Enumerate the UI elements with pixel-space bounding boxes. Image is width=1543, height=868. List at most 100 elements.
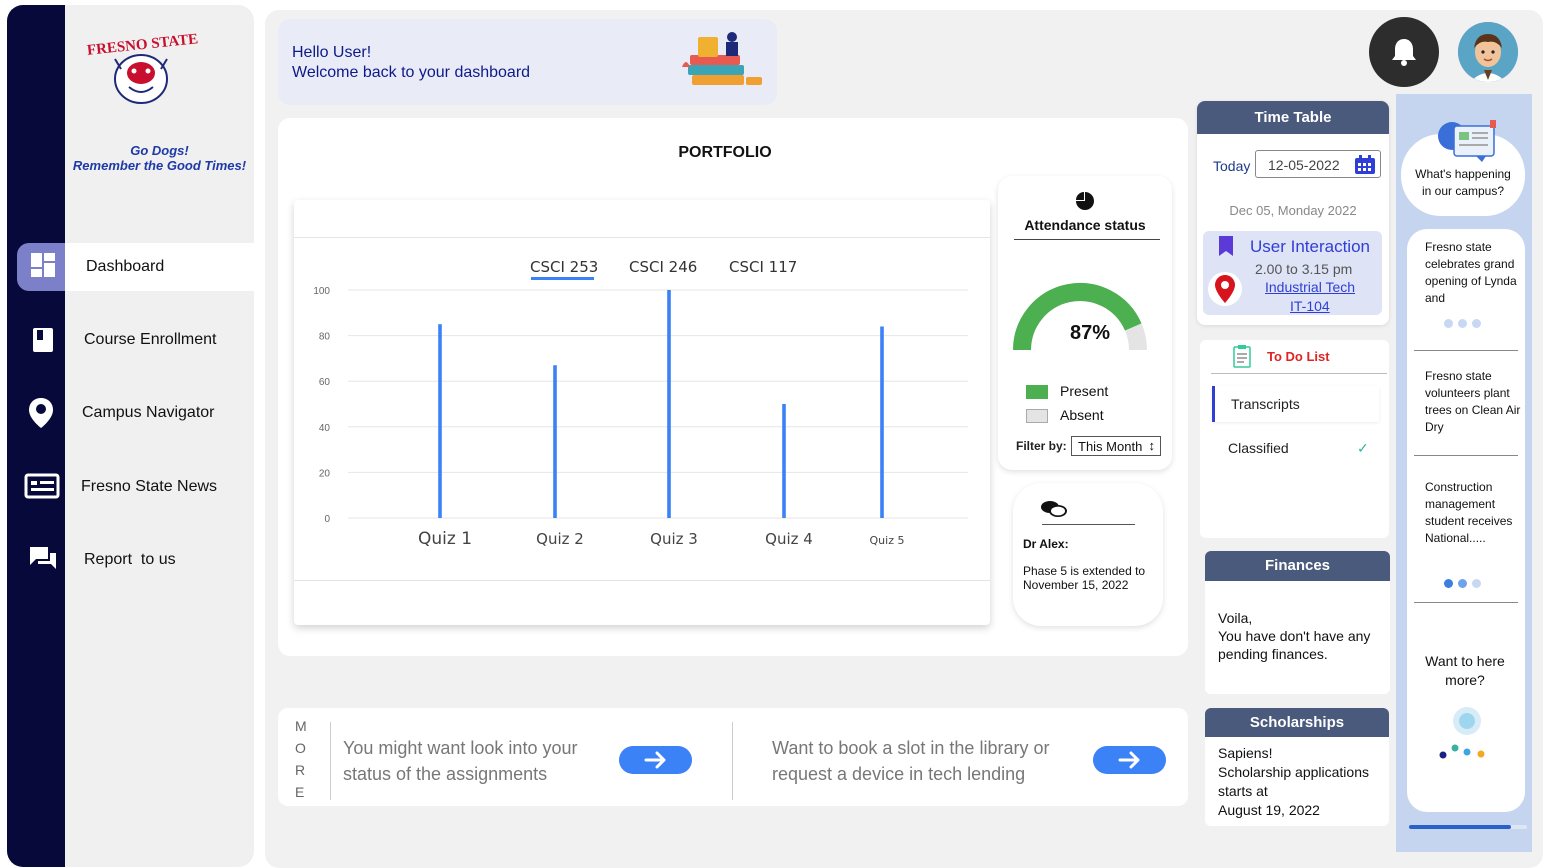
campus-bubble-text: What's happening in our campus?	[1415, 167, 1511, 198]
scholarships-line-3: August 19, 2022	[1218, 802, 1320, 818]
more-item-library: Want to book a slot in the library or re…	[772, 738, 1050, 784]
date-long: Dec 05, Monday 2022	[1229, 203, 1357, 218]
y-tick-label: 0	[324, 514, 330, 525]
filter-value: This Month	[1078, 439, 1143, 454]
present-legend-swatch	[1026, 385, 1048, 399]
want-more-prompt[interactable]: Want to here more?	[1425, 652, 1505, 690]
y-tick-label: 60	[319, 377, 331, 388]
more-letter: E	[295, 784, 305, 800]
bell-icon	[1392, 39, 1416, 66]
scholarships-text: Sapiens! Scholarship applications starts…	[1218, 744, 1378, 820]
chat-bubbles-icon	[1040, 499, 1068, 524]
event-card[interactable]: User Interaction 2.00 to 3.15 pm Industr…	[1203, 231, 1382, 315]
tagline-line-1: Go Dogs!	[130, 143, 189, 158]
more-letter: M	[295, 718, 307, 734]
tab-csci-117[interactable]: CSCI 117	[729, 258, 797, 276]
filter-select[interactable]: This Month ↕	[1071, 436, 1161, 456]
finances-text: Voila, You have don't have any pending f…	[1218, 609, 1386, 663]
event-room-link[interactable]: IT-104	[1290, 298, 1330, 314]
assignments-arrow-button[interactable]	[619, 746, 692, 774]
bar-quiz-1[interactable]	[438, 324, 442, 518]
portfolio-title: PORTFOLIO	[678, 144, 772, 161]
present-legend-label: Present	[1060, 383, 1109, 399]
chat-icon[interactable]	[28, 545, 58, 578]
x-tick-label: Quiz 3	[650, 530, 698, 548]
todo-item-transcripts[interactable]: Transcripts	[1212, 386, 1379, 422]
dashboard-icon[interactable]	[29, 251, 57, 284]
divider	[1211, 373, 1387, 374]
filter-label: Filter by:	[1016, 439, 1067, 453]
sidebar-item-dashboard[interactable]: Dashboard	[65, 243, 254, 291]
news-item[interactable]: Fresno state celebrates grand opening of…	[1425, 239, 1525, 307]
x-tick-label: Quiz 5	[870, 534, 905, 547]
welcome-subtitle: Welcome back to your dashboard	[292, 64, 531, 81]
bar-quiz-4[interactable]	[782, 404, 786, 518]
bar-quiz-2[interactable]	[553, 365, 557, 518]
tab-csci-253[interactable]: CSCI 253	[530, 258, 598, 276]
sidebar-item-campus-navigator[interactable]: Campus Navigator	[65, 389, 254, 437]
quiz-bar-chart: 0 20 40 60 80 100 Quiz 1 Quiz 2 Quiz 3 Quiz 4 Quiz…	[313, 286, 968, 549]
absent-legend-label: Absent	[1060, 407, 1104, 423]
dot	[1472, 579, 1481, 588]
date-field[interactable]: 12-05-2022	[1255, 150, 1381, 178]
scholarships-title: Scholarships	[1205, 708, 1389, 737]
event-location-link[interactable]: Industrial Tech	[1265, 279, 1355, 295]
y-tick-label: 100	[313, 286, 330, 297]
finances-line-2: You have don't have any pending finances…	[1218, 628, 1371, 662]
event-title: User Interaction	[1250, 237, 1370, 256]
news-scrollbar-thumb[interactable]	[1409, 825, 1511, 829]
message-text: Phase 5 is extended to November 15, 2022	[1023, 564, 1146, 592]
sidebar-item-label: Campus Navigator	[82, 404, 215, 421]
sidebar-item-label: Report to us	[84, 551, 176, 568]
news-scrollbar[interactable]	[1409, 825, 1527, 829]
welcome-banner: Hello User! Welcome back to your dashboa…	[278, 19, 777, 105]
book-icon[interactable]	[31, 326, 55, 359]
sidebar-item-fresno-state-news[interactable]: Fresno State News	[65, 463, 254, 511]
sidebar-item-report[interactable]: Report to us	[65, 536, 254, 584]
dot	[1458, 319, 1467, 328]
timetable-title: Time Table	[1197, 101, 1389, 134]
sidebar: FRESNO STATE Go Dogs! Remember the Good …	[7, 5, 254, 867]
sidebar-item-label: Course Enrollment	[84, 331, 217, 348]
location-pin-icon[interactable]	[28, 397, 54, 434]
todo-item-label: Classified	[1228, 440, 1289, 456]
sidebar-item-course-enrollment[interactable]: Course Enrollment	[65, 316, 254, 364]
bar-quiz-3[interactable]	[667, 290, 671, 518]
todo-item-label: Transcripts	[1231, 396, 1300, 412]
todo-title: To Do List	[1267, 349, 1330, 364]
attendance-title: Attendance status	[1024, 217, 1146, 233]
library-arrow-button[interactable]	[1093, 746, 1166, 774]
arrow-right-icon	[644, 751, 665, 769]
divider	[1014, 239, 1160, 240]
divider	[1042, 524, 1135, 525]
tagline-line-2: Remember the Good Times!	[72, 158, 247, 173]
news-card: Fresno state celebrates grand opening of…	[1407, 229, 1525, 812]
assistant-icon[interactable]	[1437, 703, 1497, 768]
study-illustration	[680, 27, 766, 98]
message-card: Dr Alex: Phase 5 is extended to November…	[1013, 483, 1163, 626]
bar-quiz-5[interactable]	[880, 326, 884, 518]
attendance-gauge	[1013, 283, 1147, 351]
absent-legend-swatch	[1026, 409, 1048, 423]
finances-title: Finances	[1205, 551, 1390, 581]
divider	[330, 722, 331, 800]
x-tick-label: Quiz 1	[418, 529, 472, 549]
more-item-assignments: You might want look into your status of …	[343, 738, 578, 784]
finances-card: Finances Voila, You have don't have any …	[1205, 551, 1390, 694]
welcome-greeting: Hello User!	[292, 44, 372, 61]
todo-card: To Do List Transcripts Classified ✓	[1200, 340, 1389, 538]
y-tick-label: 40	[319, 423, 331, 434]
bookmark-icon	[1217, 235, 1235, 262]
more-bar: M O R E You might want look into your st…	[278, 708, 1188, 806]
notification-bell-button[interactable]	[1369, 17, 1439, 87]
newspaper-icon[interactable]	[24, 473, 60, 504]
calendar-icon[interactable]	[1354, 155, 1376, 178]
user-avatar[interactable]	[1458, 22, 1518, 82]
news-item[interactable]: Fresno state volunteers plant trees on C…	[1425, 368, 1525, 436]
sidebar-tagline: Go Dogs! Remember the Good Times!	[65, 143, 254, 173]
todo-item-classified[interactable]: Classified ✓	[1212, 430, 1379, 466]
tab-csci-246[interactable]: CSCI 246	[629, 258, 697, 276]
news-pagination	[1444, 579, 1481, 588]
x-tick-label: Quiz 2	[536, 530, 584, 548]
news-item[interactable]: Construction management student receives…	[1425, 479, 1525, 547]
